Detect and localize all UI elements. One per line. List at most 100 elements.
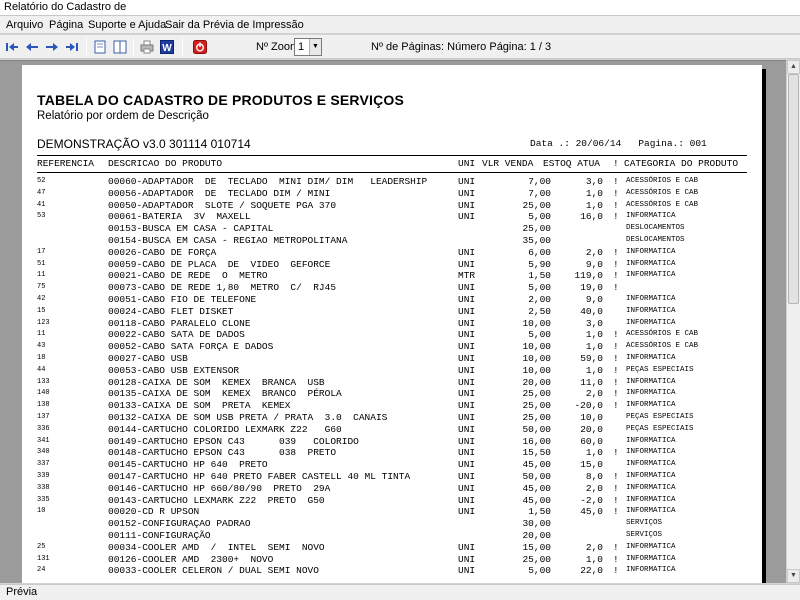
row-estoq: 9,0 [585,294,603,305]
table-row: 123 00118-CABO PARALELO CLONE UNI 10,00 3,0 I… [22,318,762,329]
row-vlr: 25,00 [522,388,551,400]
row-uni: UNI [458,423,476,435]
row-vlr: 5,00 [528,282,551,294]
scroll-up-icon[interactable]: ▲ [787,60,800,74]
row-estoq: 11,0 [580,376,603,388]
row-bang: ! [613,199,619,211]
row-cat: INFORMATICA [626,448,676,457]
row-bang: ! [613,400,619,412]
report-page-number: Pagina.: 001 [638,138,707,149]
row-ref: 25 [37,542,46,551]
previous-page-icon[interactable] [24,39,40,55]
row-cat: ACESSÓRIOS E CAB [626,177,699,185]
row-ref: 15 [37,306,46,315]
table-row: 11 00021-CABO DE REDE O METRO MTR 1,50 119,0… [22,270,762,281]
col-header-vlr: VLR VENDA [482,158,534,169]
row-desc: 00146-CARTUCHO HP 660/80/90 PRETO 29A [108,482,331,494]
row-estoq: 40,0 [580,305,603,317]
row-uni: UNI [458,412,476,423]
menu-arquivo[interactable]: Arquivo [3,16,46,34]
row-uni: UNI [458,187,476,199]
zoom-select[interactable]: 1 ▼ [294,38,322,56]
next-page-icon[interactable] [44,39,60,55]
row-uni: UNI [458,400,476,412]
menu-suporte-ajuda[interactable]: Suporte e Ajuda [85,16,169,34]
row-desc: 00020-CD R UPSON [108,506,200,518]
row-uni: UNI [458,471,476,482]
col-header-uni: UNI [458,158,476,169]
row-desc: 00153-BUSCA EM CASA - CAPITAL [108,223,274,235]
row-desc: 00073-CABO DE REDE 1,80 METRO C/ RJ45 [108,282,337,294]
row-ref: 52 [37,177,46,185]
row-vlr: 20,00 [522,530,551,541]
row-ref: 337 [37,460,50,469]
row-uni: UNI [458,364,476,376]
row-desc: 00021-CABO DE REDE O METRO [108,270,268,282]
table-row: 51 00059-CABO DE PLACA DE VIDEO GEFORCE UN… [22,259,762,270]
row-vlr: 6,00 [528,246,551,258]
row-desc: 00135-CAIXA DE SOM KEMEX BRANCO PÉROLA [108,388,342,400]
row-uni: UNI [458,246,476,258]
zoom-value: 1 [298,41,305,53]
row-ref: 53 [37,212,46,221]
row-uni: UNI [458,459,476,471]
row-desc: 00051-CABO FIO DE TELEFONE [108,294,257,305]
vertical-scrollbar[interactable]: ▲ ▼ [786,60,800,583]
export-word-icon[interactable]: W [159,39,175,55]
row-bang: ! [613,282,619,294]
row-vlr: 30,00 [522,518,551,530]
row-vlr: 35,00 [522,235,551,246]
last-page-icon[interactable] [64,39,80,55]
close-preview-icon[interactable] [192,39,208,55]
row-vlr: 7,00 [528,187,551,199]
row-uni: UNI [458,388,476,400]
row-vlr: 25,00 [522,412,551,423]
menu-pagina[interactable]: Página [46,16,86,34]
two-pages-icon[interactable] [112,39,128,55]
menu-bar: Arquivo Página Suporte e Ajuda Sair da P… [0,16,800,34]
row-estoq: 19,0 [580,282,603,294]
table-row: 15 00024-CABO FLET DISKET UNI 2,50 40,0 INFOR… [22,306,762,317]
chevron-down-icon[interactable]: ▼ [309,39,321,55]
row-estoq: 2,0 [585,482,603,494]
table-row: 44 00053-CABO USB EXTENSOR UNI 10,00 1,0! PEÇ… [22,365,762,376]
row-estoq: 59,0 [580,353,603,364]
table-row: 133 00128-CAIXA DE SOM KEMEX BRANCA USB UN… [22,377,762,388]
row-vlr: 5,00 [528,211,551,223]
menu-sair-previa[interactable]: Sair da Prévia de Impressão [162,16,307,34]
row-desc: 00053-CABO USB EXTENSOR [108,364,240,376]
row-estoq: 20,0 [580,423,603,435]
row-bang: ! [613,246,619,258]
row-ref: 131 [37,554,50,563]
table-row: 43 00052-CABO SATA FORÇA E DADOS UNI 10,00 1… [22,341,762,352]
single-page-icon[interactable] [92,39,108,55]
table-row: 10 00020-CD R UPSON UNI 1,50 45,0! INFORMATIC… [22,506,762,517]
table-row: 335 00143-CARTUCHO LEXMARK Z22 PRETO G50 U… [22,495,762,506]
scroll-thumb[interactable] [788,74,799,304]
row-uni: UNI [458,506,476,518]
row-ref: 51 [37,259,46,268]
row-estoq: 9,0 [585,258,603,270]
row-uni: MTR [458,270,476,282]
row-cat: INFORMATICA [626,247,676,256]
print-icon[interactable] [139,39,155,55]
row-estoq: 1,0 [585,447,603,459]
zoom-label: Nº Zoom [256,41,300,53]
col-header-ref: REFERENCIA [37,158,95,169]
row-desc: 00132-CAIXA DE SOM USB PRETA / PRATA 3.0… [108,412,388,423]
svg-text:W: W [162,43,172,54]
row-desc: 00143-CARTUCHO LEXMARK Z22 PRETO G50 [108,494,325,506]
scroll-down-icon[interactable]: ▼ [787,569,800,583]
row-bang: ! [613,329,619,341]
row-vlr: 50,00 [522,471,551,482]
first-page-icon[interactable] [4,39,20,55]
row-desc: 00152-CONFIGURAÇAO PADRAO [108,518,251,530]
table-row: 338 00146-CARTUCHO HP 660/80/90 PRETO 29A… [22,483,762,494]
row-desc: 00145-CARTUCHO HP 640 PRETO [108,459,268,471]
row-uni: UNI [458,447,476,459]
row-vlr: 1,50 [528,270,551,282]
row-estoq: 3,0 [585,317,603,329]
row-uni: UNI [458,282,476,294]
row-bang: ! [613,258,619,270]
preview-viewport[interactable]: TABELA DO CADASTRO DE PRODUTOS E SERVIÇO… [0,60,786,583]
